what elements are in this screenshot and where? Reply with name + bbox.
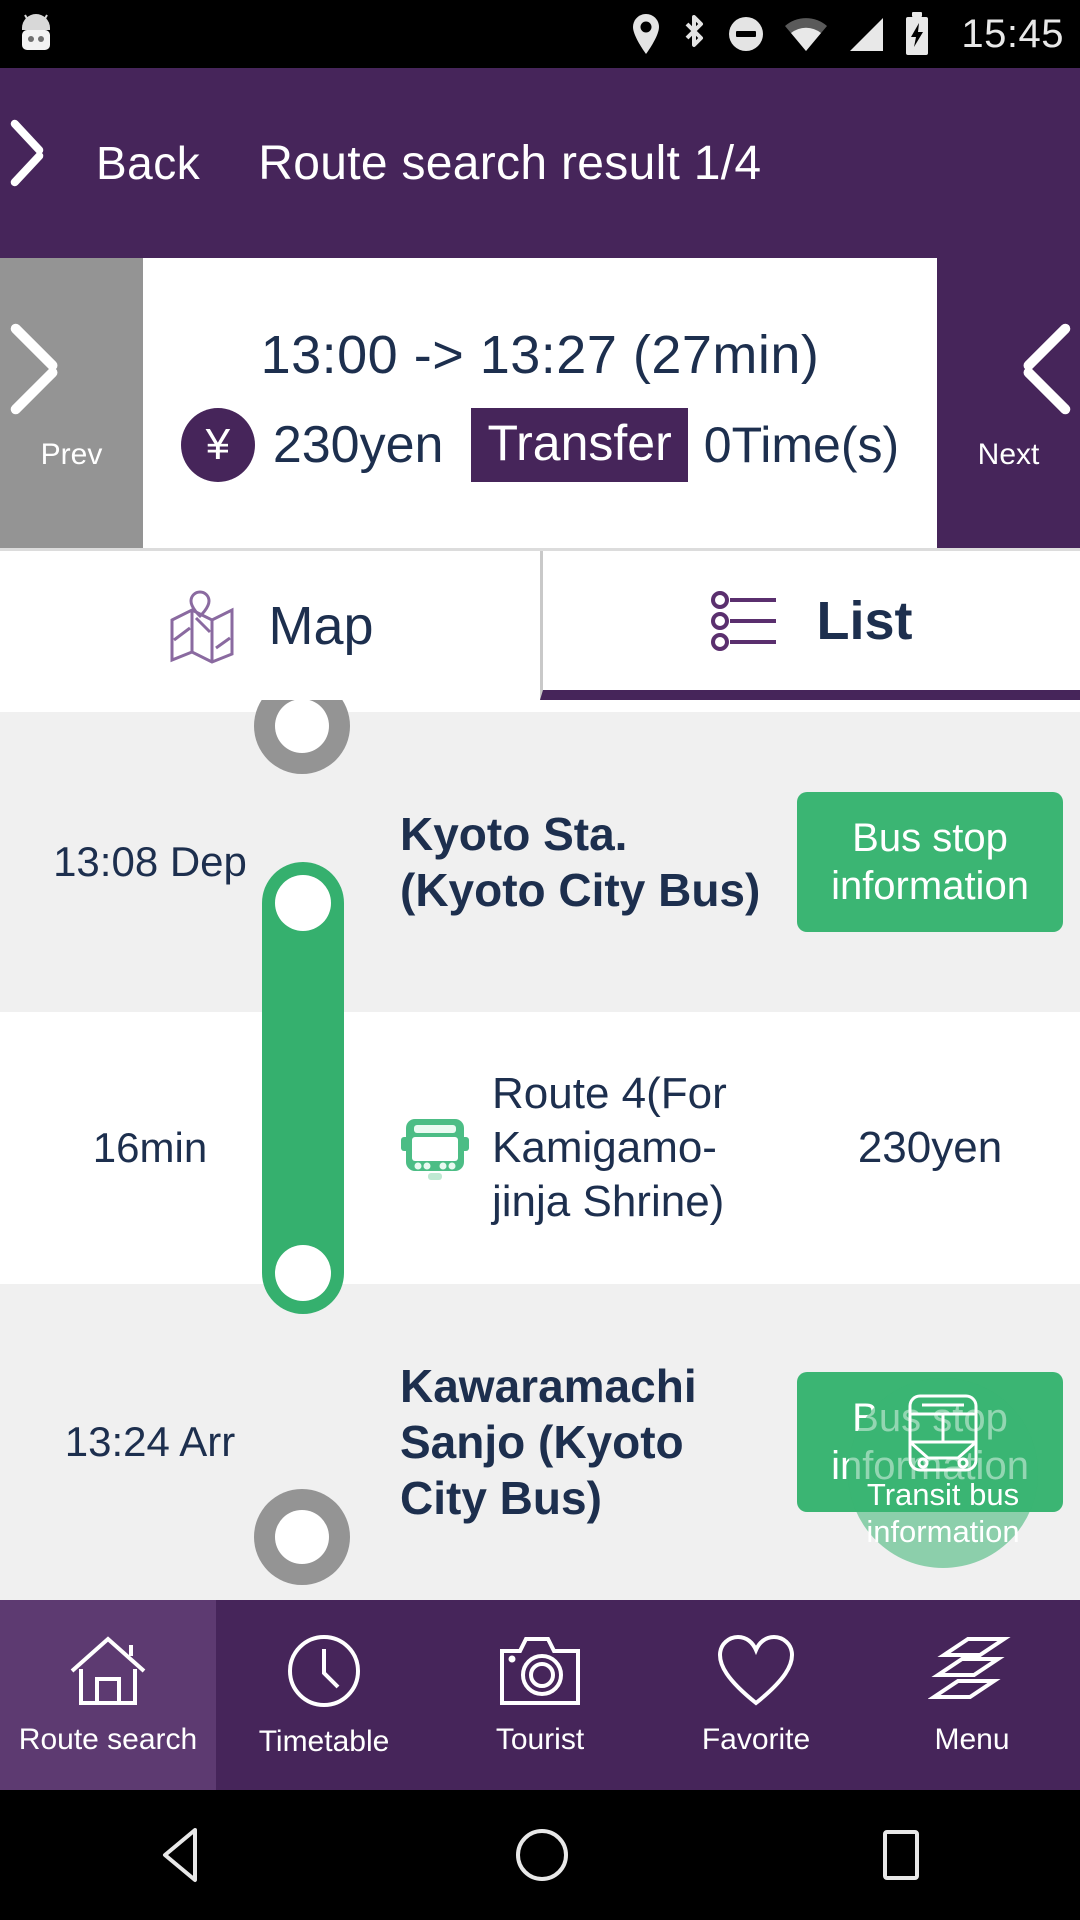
nav-item-timetable-label: Timetable bbox=[258, 1725, 390, 1758]
heart-icon bbox=[717, 1634, 795, 1706]
battery-charging-icon bbox=[906, 12, 929, 55]
nav-item-tourist-label: Tourist bbox=[495, 1723, 585, 1756]
back-button[interactable]: Back bbox=[0, 127, 200, 199]
recents-square-icon[interactable] bbox=[873, 1824, 929, 1886]
departure-stop-name: Kyoto Sta. (Kyoto City Bus) bbox=[400, 807, 761, 916]
app-bar: Back Route search result 1/4 bbox=[0, 68, 1080, 258]
arrival-time: 13:24 Arr bbox=[64, 1418, 236, 1465]
leg-fare-cell: 230yen bbox=[780, 1123, 1080, 1173]
home-circle-icon[interactable] bbox=[512, 1824, 572, 1886]
nav-item-menu-label: Menu bbox=[934, 1723, 1010, 1756]
nav-item-tourist[interactable]: Tourist bbox=[432, 1600, 648, 1790]
itinerary-list: 13:08 Dep Kyoto Sta. (Kyoto City Bus) Bu… bbox=[0, 700, 1080, 1600]
nav-item-menu[interactable]: Menu bbox=[864, 1600, 1080, 1790]
leg-route-name: Route 4(For Kamigamo-jinja Shrine) bbox=[492, 1069, 727, 1226]
chevron-left-icon bbox=[44, 334, 100, 430]
bottom-navigation-bar: Route search Timetable Tourist Favorite bbox=[0, 1600, 1080, 1790]
route-fare: 230yen bbox=[272, 416, 444, 474]
layers-icon bbox=[928, 1637, 1011, 1699]
nav-item-route-search-label: Route search bbox=[18, 1723, 198, 1756]
transit-bus-icon bbox=[908, 1394, 978, 1472]
android-mascot-icon bbox=[22, 14, 50, 50]
departure-time: 13:08 Dep bbox=[53, 838, 247, 885]
clock-icon bbox=[288, 1635, 360, 1707]
transfer-chip-label: Transfer bbox=[471, 408, 688, 482]
back-triangle-icon[interactable] bbox=[151, 1824, 211, 1886]
route-fare-row: ¥ 230yen Transfer 0Time(s) bbox=[180, 408, 900, 482]
android-navigation-bar bbox=[0, 1790, 1080, 1920]
list-icon bbox=[711, 590, 777, 651]
cellular-signal-icon bbox=[850, 18, 884, 51]
departure-action-cell: Bus stop information bbox=[780, 792, 1080, 932]
wifi-icon bbox=[785, 18, 828, 51]
itinerary-row-departure[interactable]: 13:08 Dep Kyoto Sta. (Kyoto City Bus) Bu… bbox=[0, 712, 1080, 1012]
departure-stop-block: Kyoto Sta. (Kyoto City Bus) bbox=[400, 806, 780, 918]
route-summary-strip: Prev 13:00 -> 13:27 (27min) ¥ 230yen Tra… bbox=[0, 258, 1080, 548]
prev-route-label: Prev bbox=[40, 438, 103, 471]
status-bar-right: 15:45 bbox=[629, 11, 1064, 57]
transit-bus-information-fab[interactable]: Transit bus information bbox=[848, 1378, 1038, 1568]
chevron-left-icon bbox=[26, 127, 74, 199]
tab-list[interactable]: List bbox=[540, 551, 1080, 700]
status-bar-clock: 15:45 bbox=[961, 11, 1064, 56]
bluetooth-icon bbox=[685, 15, 704, 47]
route-summary-card: 13:00 -> 13:27 (27min) ¥ 230yen Transfer… bbox=[143, 258, 937, 548]
route-time-range: 13:00 -> 13:27 (27min) bbox=[260, 325, 820, 385]
next-route-button[interactable]: Next bbox=[937, 258, 1080, 548]
arrival-stop-name: Kawaramachi Sanjo (Kyoto City Bus) bbox=[400, 1359, 697, 1525]
nav-item-favorite-label: Favorite bbox=[701, 1723, 811, 1756]
location-pin-icon bbox=[633, 14, 660, 54]
bus-icon bbox=[401, 1118, 469, 1180]
nav-item-route-search[interactable]: Route search bbox=[0, 1600, 216, 1790]
map-icon bbox=[170, 589, 234, 664]
arrival-stop-block: Kawaramachi Sanjo (Kyoto City Bus) bbox=[400, 1358, 780, 1526]
yen-badge-icon: ¥ bbox=[180, 408, 255, 482]
tab-list-label: List bbox=[816, 590, 913, 651]
leg-duration: 16min bbox=[92, 1124, 208, 1171]
chevron-right-icon bbox=[981, 334, 1037, 430]
bus-stop-information-button-departure[interactable]: Bus stop information bbox=[797, 792, 1063, 932]
prev-route-button[interactable]: Prev bbox=[0, 258, 143, 548]
next-route-label: Next bbox=[977, 438, 1040, 471]
back-button-label: Back bbox=[96, 137, 201, 189]
nav-item-favorite[interactable]: Favorite bbox=[648, 1600, 864, 1790]
do-not-disturb-icon bbox=[729, 17, 764, 51]
nav-item-timetable[interactable]: Timetable bbox=[216, 1600, 432, 1790]
transfer-count: 0Time(s) bbox=[703, 417, 900, 473]
app-screen: 15:45 Back Route search result 1/4 Prev … bbox=[0, 0, 1080, 1920]
leg-block: Route 4(For Kamigamo-jinja Shrine) bbox=[400, 1067, 780, 1228]
home-icon bbox=[70, 1636, 146, 1705]
itinerary-row-leg[interactable]: 16min Route 4(For Kamigamo-jinja Shrine)… bbox=[0, 1012, 1080, 1284]
status-bar: 15:45 bbox=[0, 0, 1080, 68]
page-title: Route search result 1/4 bbox=[258, 136, 762, 190]
tab-map[interactable]: Map bbox=[0, 551, 540, 700]
tab-map-label: Map bbox=[268, 595, 374, 656]
status-bar-left bbox=[16, 12, 56, 56]
leg-fare: 230yen bbox=[857, 1123, 1003, 1172]
view-tabs: Map List bbox=[0, 548, 1080, 700]
camera-icon bbox=[500, 1637, 580, 1705]
